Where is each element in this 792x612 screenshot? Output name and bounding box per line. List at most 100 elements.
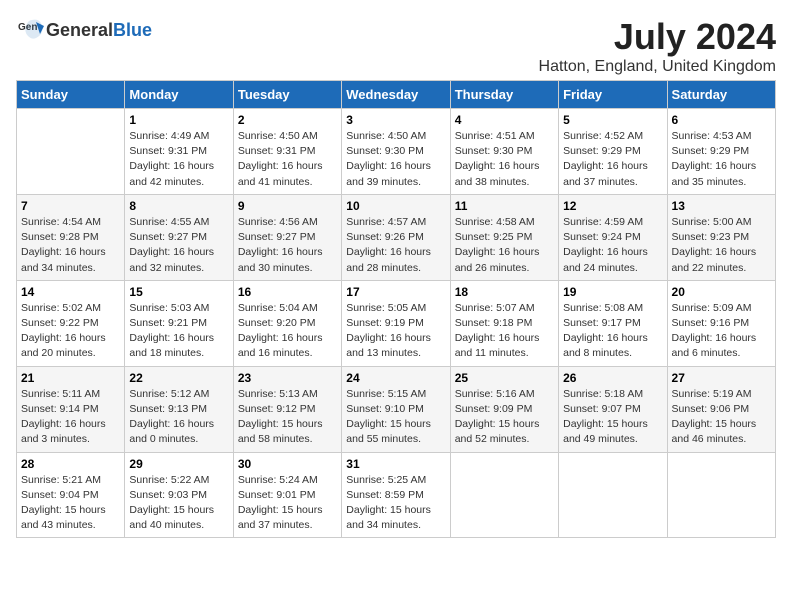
day-number: 24 [346, 371, 445, 385]
calendar-table: SundayMondayTuesdayWednesdayThursdayFrid… [16, 80, 776, 538]
calendar-day-cell [667, 452, 775, 538]
day-number: 22 [129, 371, 228, 385]
day-info: Sunrise: 5:09 AM Sunset: 9:16 PM Dayligh… [672, 301, 771, 362]
calendar-day-cell: 4 Sunrise: 4:51 AM Sunset: 9:30 PM Daylig… [450, 109, 558, 195]
day-number: 3 [346, 113, 445, 127]
calendar-day-cell: 13 Sunrise: 5:00 AM Sunset: 9:23 PM Dayli… [667, 194, 775, 280]
day-of-week-header: Friday [559, 81, 667, 109]
day-number: 11 [455, 199, 554, 213]
day-info: Sunrise: 4:58 AM Sunset: 9:25 PM Dayligh… [455, 215, 554, 276]
calendar-day-cell: 2 Sunrise: 4:50 AM Sunset: 9:31 PM Daylig… [233, 109, 341, 195]
calendar-day-cell: 8 Sunrise: 4:55 AM Sunset: 9:27 PM Daylig… [125, 194, 233, 280]
day-number: 20 [672, 285, 771, 299]
day-number: 29 [129, 457, 228, 471]
calendar-day-cell [450, 452, 558, 538]
calendar-day-cell: 24 Sunrise: 5:15 AM Sunset: 9:10 PM Dayli… [342, 366, 450, 452]
calendar-day-cell: 7 Sunrise: 4:54 AM Sunset: 9:28 PM Daylig… [17, 194, 125, 280]
day-of-week-header: Wednesday [342, 81, 450, 109]
day-number: 28 [21, 457, 120, 471]
calendar-day-cell: 5 Sunrise: 4:52 AM Sunset: 9:29 PM Daylig… [559, 109, 667, 195]
day-info: Sunrise: 5:19 AM Sunset: 9:06 PM Dayligh… [672, 387, 771, 448]
calendar-day-cell: 12 Sunrise: 4:59 AM Sunset: 9:24 PM Dayli… [559, 194, 667, 280]
title-block: July 2024 Hatton, England, United Kingdo… [539, 16, 776, 76]
day-of-week-header: Tuesday [233, 81, 341, 109]
calendar-day-cell: 3 Sunrise: 4:50 AM Sunset: 9:30 PM Daylig… [342, 109, 450, 195]
day-number: 2 [238, 113, 337, 127]
day-number: 26 [563, 371, 662, 385]
day-info: Sunrise: 4:50 AM Sunset: 9:30 PM Dayligh… [346, 129, 445, 190]
day-info: Sunrise: 4:50 AM Sunset: 9:31 PM Dayligh… [238, 129, 337, 190]
day-of-week-header: Thursday [450, 81, 558, 109]
calendar-day-cell: 29Sunrise: 5:22 AM Sunset: 9:03 PM Dayli… [125, 452, 233, 538]
day-info: Sunrise: 4:59 AM Sunset: 9:24 PM Dayligh… [563, 215, 662, 276]
day-info: Sunrise: 4:57 AM Sunset: 9:26 PM Dayligh… [346, 215, 445, 276]
month-year-title: July 2024 [539, 16, 776, 58]
calendar-week-row: 7 Sunrise: 4:54 AM Sunset: 9:28 PM Daylig… [17, 194, 776, 280]
calendar-day-cell: 22 Sunrise: 5:12 AM Sunset: 9:13 PM Dayli… [125, 366, 233, 452]
day-number: 12 [563, 199, 662, 213]
day-info: Sunrise: 4:56 AM Sunset: 9:27 PM Dayligh… [238, 215, 337, 276]
day-info: Sunrise: 5:05 AM Sunset: 9:19 PM Dayligh… [346, 301, 445, 362]
calendar-day-cell [17, 109, 125, 195]
calendar-day-cell: 14 Sunrise: 5:02 AM Sunset: 9:22 PM Dayli… [17, 280, 125, 366]
day-info: Sunrise: 5:24 AM Sunset: 9:01 PM Dayligh… [238, 473, 337, 534]
day-info: Sunrise: 4:54 AM Sunset: 9:28 PM Dayligh… [21, 215, 120, 276]
day-info: Sunrise: 4:55 AM Sunset: 9:27 PM Dayligh… [129, 215, 228, 276]
day-number: 8 [129, 199, 228, 213]
calendar-day-cell: 16Sunrise: 5:04 AM Sunset: 9:20 PM Dayli… [233, 280, 341, 366]
calendar-day-cell: 30 Sunrise: 5:24 AM Sunset: 9:01 PM Dayli… [233, 452, 341, 538]
day-info: Sunrise: 4:49 AM Sunset: 9:31 PM Dayligh… [129, 129, 228, 190]
day-number: 30 [238, 457, 337, 471]
calendar-day-cell: 6 Sunrise: 4:53 AM Sunset: 9:29 PM Daylig… [667, 109, 775, 195]
location-subtitle: Hatton, England, United Kingdom [539, 58, 776, 76]
day-of-week-header: Saturday [667, 81, 775, 109]
day-info: Sunrise: 4:52 AM Sunset: 9:29 PM Dayligh… [563, 129, 662, 190]
day-info: Sunrise: 5:08 AM Sunset: 9:17 PM Dayligh… [563, 301, 662, 362]
day-number: 10 [346, 199, 445, 213]
calendar-day-cell: 11 Sunrise: 4:58 AM Sunset: 9:25 PM Dayli… [450, 194, 558, 280]
calendar-day-cell: 9 Sunrise: 4:56 AM Sunset: 9:27 PM Daylig… [233, 194, 341, 280]
day-info: Sunrise: 5:15 AM Sunset: 9:10 PM Dayligh… [346, 387, 445, 448]
day-info: Sunrise: 5:02 AM Sunset: 9:22 PM Dayligh… [21, 301, 120, 362]
day-info: Sunrise: 5:18 AM Sunset: 9:07 PM Dayligh… [563, 387, 662, 448]
logo: Gen GeneralBlue [16, 16, 152, 44]
logo-blue-text: Blue [113, 20, 152, 40]
calendar-day-cell: 28 Sunrise: 5:21 AM Sunset: 9:04 PM Dayli… [17, 452, 125, 538]
day-info: Sunrise: 5:21 AM Sunset: 9:04 PM Dayligh… [21, 473, 120, 534]
calendar-day-cell: 10 Sunrise: 4:57 AM Sunset: 9:26 PM Dayli… [342, 194, 450, 280]
calendar-week-row: 28 Sunrise: 5:21 AM Sunset: 9:04 PM Dayli… [17, 452, 776, 538]
calendar-day-cell: 27Sunrise: 5:19 AM Sunset: 9:06 PM Dayli… [667, 366, 775, 452]
calendar-day-cell: 19 Sunrise: 5:08 AM Sunset: 9:17 PM Dayli… [559, 280, 667, 366]
calendar-day-cell: 1 Sunrise: 4:49 AM Sunset: 9:31 PM Daylig… [125, 109, 233, 195]
day-info: Sunrise: 5:13 AM Sunset: 9:12 PM Dayligh… [238, 387, 337, 448]
calendar-day-cell: 15 Sunrise: 5:03 AM Sunset: 9:21 PM Dayli… [125, 280, 233, 366]
day-info: Sunrise: 4:53 AM Sunset: 9:29 PM Dayligh… [672, 129, 771, 190]
calendar-day-cell: 21Sunrise: 5:11 AM Sunset: 9:14 PM Dayli… [17, 366, 125, 452]
calendar-body: 1 Sunrise: 4:49 AM Sunset: 9:31 PM Daylig… [17, 109, 776, 538]
day-number: 17 [346, 285, 445, 299]
calendar-day-cell: 31Sunrise: 5:25 AM Sunset: 8:59 PM Dayli… [342, 452, 450, 538]
calendar-day-cell: 18Sunrise: 5:07 AM Sunset: 9:18 PM Dayli… [450, 280, 558, 366]
day-number: 1 [129, 113, 228, 127]
day-info: Sunrise: 5:03 AM Sunset: 9:21 PM Dayligh… [129, 301, 228, 362]
calendar-header-row: SundayMondayTuesdayWednesdayThursdayFrid… [17, 81, 776, 109]
day-info: Sunrise: 4:51 AM Sunset: 9:30 PM Dayligh… [455, 129, 554, 190]
logo-general-text: General [46, 20, 113, 40]
day-number: 5 [563, 113, 662, 127]
day-number: 7 [21, 199, 120, 213]
day-number: 4 [455, 113, 554, 127]
day-number: 14 [21, 285, 120, 299]
day-number: 31 [346, 457, 445, 471]
day-number: 16 [238, 285, 337, 299]
day-number: 25 [455, 371, 554, 385]
calendar-week-row: 1 Sunrise: 4:49 AM Sunset: 9:31 PM Daylig… [17, 109, 776, 195]
day-number: 6 [672, 113, 771, 127]
day-info: Sunrise: 5:12 AM Sunset: 9:13 PM Dayligh… [129, 387, 228, 448]
day-number: 13 [672, 199, 771, 213]
day-number: 15 [129, 285, 228, 299]
day-number: 19 [563, 285, 662, 299]
day-info: Sunrise: 5:00 AM Sunset: 9:23 PM Dayligh… [672, 215, 771, 276]
day-info: Sunrise: 5:16 AM Sunset: 9:09 PM Dayligh… [455, 387, 554, 448]
calendar-day-cell: 17 Sunrise: 5:05 AM Sunset: 9:19 PM Dayli… [342, 280, 450, 366]
day-number: 9 [238, 199, 337, 213]
